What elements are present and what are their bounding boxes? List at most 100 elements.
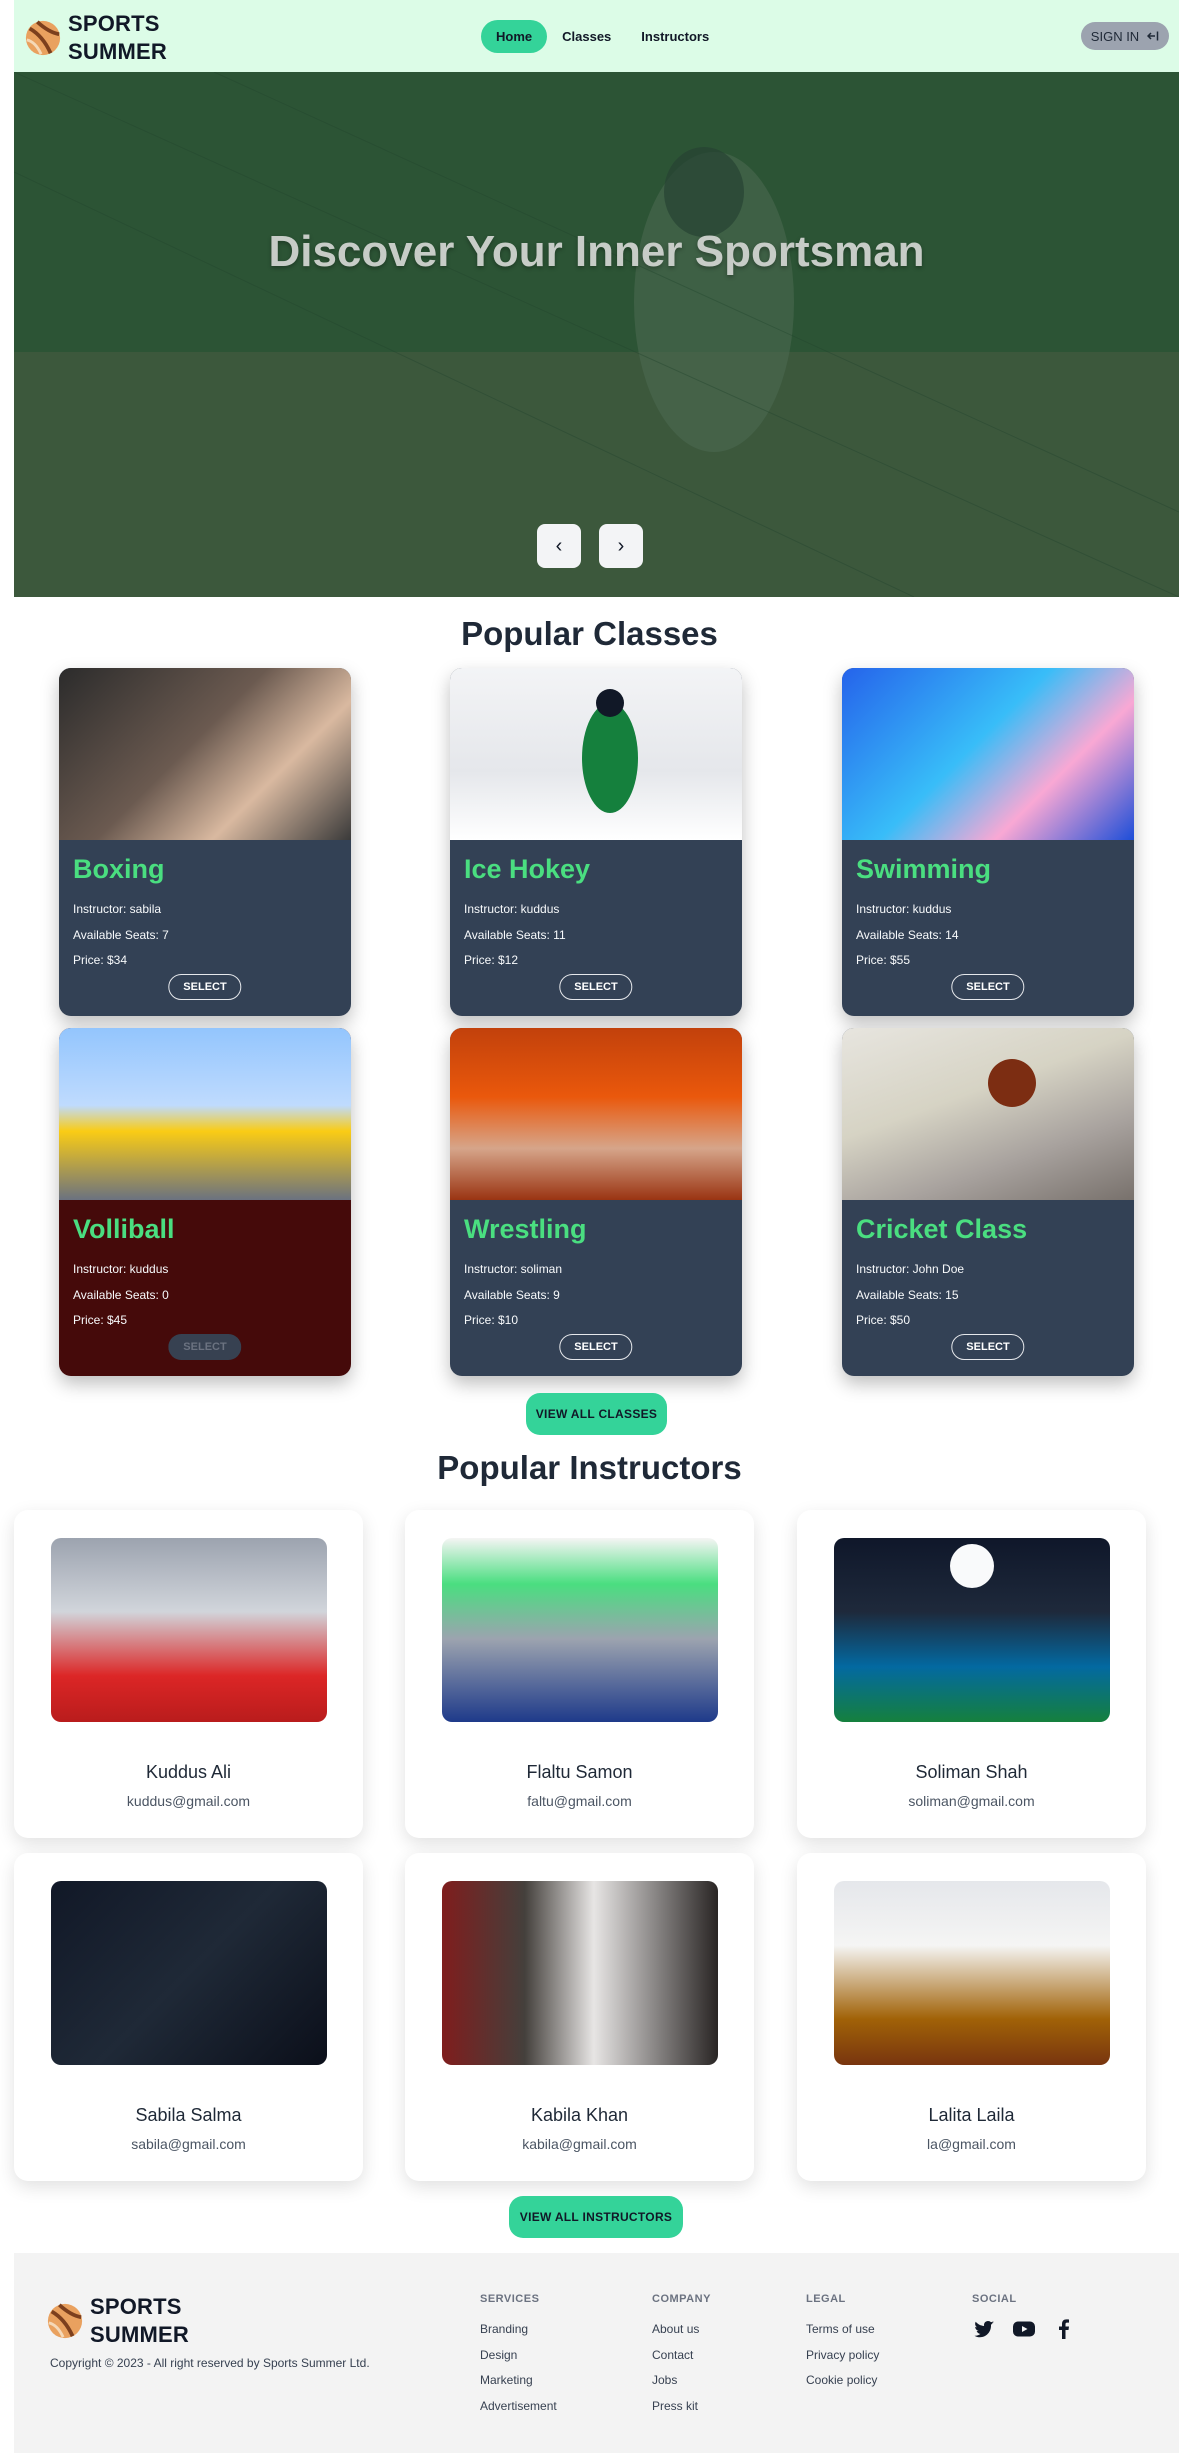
class-seats: Available Seats: 14: [856, 927, 959, 942]
youtube-icon[interactable]: [1012, 2317, 1036, 2341]
popular-instructors-title: Popular Instructors: [437, 1449, 742, 1486]
class-image-volliball: [59, 1028, 351, 1200]
popular-classes-title: Popular Classes: [461, 615, 718, 652]
navbar: SPORTS SUMMER Home Classes Instructors S…: [14, 0, 1179, 72]
facebook-icon[interactable]: [1052, 2317, 1076, 2341]
footer-link-contact[interactable]: Contact: [652, 2343, 711, 2369]
class-seats: Available Seats: 0: [73, 1287, 169, 1302]
instructor-email: faltu@gmail.com: [527, 1793, 632, 1809]
nav-instructors[interactable]: Instructors: [626, 20, 724, 53]
class-seats: Available Seats: 15: [856, 1287, 959, 1302]
view-all-instructors-button[interactable]: VIEW ALL INSTRUCTORS: [509, 2196, 683, 2238]
twitter-icon[interactable]: [972, 2317, 996, 2341]
class-name: Cricket Class: [856, 1214, 1028, 1244]
class-card: Ice Hokey Instructor: kuddus Available S…: [450, 668, 742, 1016]
footer: SPORTS SUMMER Copyright © 2023 - All rig…: [14, 2253, 1179, 2453]
class-name: Swimming: [856, 854, 992, 884]
instructor-photo: [442, 1538, 718, 1722]
select-class-button[interactable]: SELECT: [559, 974, 633, 1000]
footer-link-design[interactable]: Design: [480, 2343, 557, 2369]
footer-link-about[interactable]: About us: [652, 2317, 711, 2343]
instructor-email: soliman@gmail.com: [908, 1793, 1035, 1809]
instructor-photo: [442, 1881, 718, 2065]
instructor-photo: [51, 1538, 327, 1722]
sign-in-label: SIGN IN: [1090, 28, 1140, 44]
class-card: Swimming Instructor: kuddus Available Se…: [842, 668, 1134, 1016]
select-class-button-disabled: SELECT: [168, 1334, 242, 1360]
footer-link-cookie[interactable]: Cookie policy: [806, 2368, 879, 2394]
footer-link-press-kit[interactable]: Press kit: [652, 2394, 711, 2420]
nav-classes[interactable]: Classes: [547, 20, 626, 53]
instructor-card: Flaltu Samon faltu@gmail.com: [405, 1510, 754, 1838]
class-card: Boxing Instructor: sabila Available Seat…: [59, 668, 351, 1016]
select-class-button[interactable]: SELECT: [951, 974, 1025, 1000]
hero-overlay: [14, 72, 1179, 597]
class-price: Price: $45: [73, 1313, 128, 1327]
instructor-photo: [834, 1881, 1110, 2065]
select-class-button[interactable]: SELECT: [168, 974, 242, 1000]
footer-heading: COMPANY: [652, 2293, 711, 2305]
class-card: Volliball Instructor: kuddus Available S…: [59, 1028, 351, 1376]
hero-banner: Discover Your Inner Sportsman ‹ ›: [14, 72, 1179, 597]
class-instructor: Instructor: kuddus: [464, 902, 560, 916]
footer-link-jobs[interactable]: Jobs: [652, 2368, 711, 2394]
class-image-boxing: [59, 668, 351, 840]
view-all-classes-button[interactable]: VIEW ALL CLASSES: [526, 1393, 667, 1435]
hero-title: Discover Your Inner Sportsman: [268, 227, 925, 276]
class-seats: Available Seats: 7: [73, 927, 169, 942]
class-image-cricket: [842, 1028, 1134, 1200]
instructor-photo: [51, 1881, 327, 2065]
instructor-card: Lalita Laila la@gmail.com: [797, 1853, 1146, 2181]
class-instructor: Instructor: sabila: [73, 902, 162, 916]
class-instructor: Instructor: soliman: [464, 1262, 563, 1276]
footer-company: COMPANY About us Contact Jobs Press kit: [652, 2293, 711, 2419]
footer-services: SERVICES Branding Design Marketing Adver…: [480, 2293, 557, 2419]
footer-social: SOCIAL: [972, 2293, 1076, 2341]
instructor-email: sabila@gmail.com: [131, 2136, 246, 2152]
class-price: Price: $50: [856, 1313, 911, 1327]
hero-next-button[interactable]: ›: [599, 524, 643, 568]
instructor-photo: [834, 1538, 1110, 1722]
class-card: Wrestling Instructor: soliman Available …: [450, 1028, 742, 1376]
select-class-button[interactable]: SELECT: [951, 1334, 1025, 1360]
class-instructor: Instructor: kuddus: [73, 1262, 169, 1276]
class-instructor: Instructor: kuddus: [856, 902, 952, 916]
footer-link-branding[interactable]: Branding: [480, 2317, 557, 2343]
footer-brand-name: SPORTS SUMMER: [90, 2294, 189, 2347]
class-price: Price: $55: [856, 953, 911, 967]
instructor-card: Sabila Salma sabila@gmail.com: [14, 1853, 363, 2181]
class-price: Price: $34: [73, 953, 128, 967]
instructor-name: Kuddus Ali: [145, 1762, 232, 1782]
ball-logo-icon: [47, 2303, 83, 2339]
instructor-card: Soliman Shah soliman@gmail.com: [797, 1510, 1146, 1838]
instructor-name: Sabila Salma: [135, 2105, 242, 2125]
sign-in-button[interactable]: SIGN IN: [1081, 22, 1169, 50]
class-name: Wrestling: [464, 1214, 587, 1244]
footer-link-advertisement[interactable]: Advertisement: [480, 2394, 557, 2420]
class-price: Price: $10: [464, 1313, 519, 1327]
footer-link-privacy[interactable]: Privacy policy: [806, 2343, 879, 2369]
instructor-email: kabila@gmail.com: [522, 2136, 637, 2152]
footer-link-marketing[interactable]: Marketing: [480, 2368, 557, 2394]
hero-prev-button[interactable]: ‹: [537, 524, 581, 568]
class-card: Cricket Class Instructor: John Doe Avail…: [842, 1028, 1134, 1376]
brand-name: SPORTS SUMMER: [68, 11, 167, 64]
instructor-name: Soliman Shah: [915, 1762, 1028, 1782]
ball-logo-icon: [25, 20, 61, 56]
login-arrow-icon: [1147, 31, 1159, 41]
footer-heading: SOCIAL: [972, 2293, 1017, 2305]
footer-link-terms[interactable]: Terms of use: [806, 2317, 879, 2343]
class-name: Boxing: [73, 854, 165, 884]
nav-home[interactable]: Home: [481, 20, 548, 53]
footer-brand[interactable]: SPORTS SUMMER: [46, 2293, 189, 2349]
class-name: Ice Hokey: [464, 854, 591, 884]
class-name: Volliball: [73, 1214, 175, 1244]
brand-logo[interactable]: SPORTS SUMMER: [24, 10, 167, 66]
copyright-text: Copyright © 2023 - All right reserved by…: [50, 2356, 370, 2370]
instructor-card: Kabila Khan kabila@gmail.com: [405, 1853, 754, 2181]
instructor-email: la@gmail.com: [927, 2136, 1016, 2152]
class-seats: Available Seats: 11: [464, 927, 566, 942]
select-class-button[interactable]: SELECT: [559, 1334, 633, 1360]
class-seats: Available Seats: 9: [464, 1287, 560, 1302]
instructor-name: Lalita Laila: [928, 2105, 1015, 2125]
